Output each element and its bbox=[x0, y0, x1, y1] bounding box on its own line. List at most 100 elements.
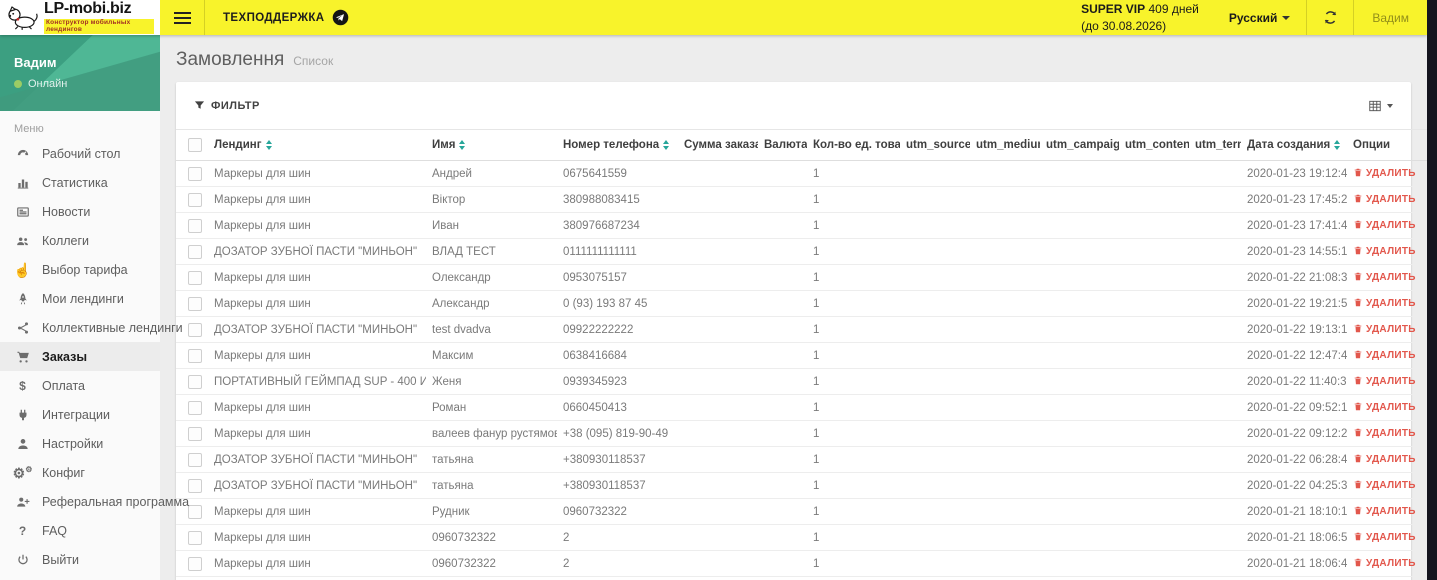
sidebar-item-referral[interactable]: Реферальная программа bbox=[0, 487, 189, 516]
delete-button[interactable]: УДАЛИТЬ bbox=[1353, 193, 1416, 207]
sort-icon[interactable] bbox=[459, 140, 466, 150]
cell-utm_term bbox=[1189, 550, 1241, 577]
column-header-name[interactable]: Имя bbox=[426, 129, 557, 161]
cell-utm_term bbox=[1189, 342, 1241, 369]
row-checkbox[interactable] bbox=[188, 270, 202, 285]
delete-button[interactable]: УДАЛИТЬ bbox=[1353, 375, 1416, 389]
users-icon bbox=[14, 234, 31, 248]
cell-sum bbox=[678, 264, 758, 291]
sort-icon[interactable] bbox=[663, 140, 670, 150]
table-row: ДОЗАТОР ЗУБНОЇ ПАСТИ "МИНЬОН" татьяна +380… bbox=[176, 446, 1431, 473]
sidebar-menu: Меню Рабочий стол Статистика Новости Кол… bbox=[0, 111, 189, 574]
dollar-icon: $ bbox=[19, 378, 26, 393]
trash-icon bbox=[1353, 375, 1363, 389]
sidebar-item-tariff[interactable]: ☝ Выбор тарифа bbox=[0, 255, 160, 284]
sidebar-item-logout[interactable]: Выйти bbox=[0, 545, 160, 574]
language-selector[interactable]: Русский bbox=[1213, 0, 1307, 35]
row-checkbox[interactable] bbox=[188, 374, 202, 389]
sort-icon[interactable] bbox=[1334, 140, 1341, 150]
cell-utm_content bbox=[1119, 264, 1189, 291]
row-checkbox[interactable] bbox=[188, 452, 202, 467]
sidebar-item-statistics[interactable]: Статистика bbox=[0, 168, 160, 197]
delete-button[interactable]: УДАЛИТЬ bbox=[1353, 323, 1416, 337]
topbar-username[interactable]: Вадим bbox=[1354, 0, 1427, 35]
row-checkbox[interactable] bbox=[188, 166, 202, 181]
select-all-checkbox[interactable] bbox=[188, 138, 202, 152]
sidebar-item-news[interactable]: Новости bbox=[0, 197, 160, 226]
cell-sum bbox=[678, 524, 758, 551]
trash-icon bbox=[1353, 167, 1363, 181]
columns-visibility-button[interactable] bbox=[1368, 99, 1393, 113]
cell-utm_medium bbox=[970, 368, 1040, 395]
brand-logo[interactable]: LP-mobi.biz Конструктор мобильных лендин… bbox=[0, 0, 160, 35]
table-row: Маркеры для шин Александр 0 (93) 193 87 45… bbox=[176, 290, 1431, 317]
column-header-landing[interactable]: Лендинг bbox=[208, 129, 426, 161]
delete-button[interactable]: УДАЛИТЬ bbox=[1353, 479, 1416, 493]
hamburger-menu-button[interactable] bbox=[160, 0, 204, 35]
cell-name: test dvadva bbox=[426, 316, 557, 343]
row-checkbox[interactable] bbox=[188, 530, 202, 545]
support-button[interactable]: ТЕХПОДДЕРЖКА bbox=[205, 0, 367, 35]
cell-currency bbox=[758, 576, 807, 580]
table-row: Маркеры для шин Роман 0660450413 1 2020-01-2… bbox=[176, 394, 1431, 421]
question-icon: ? bbox=[18, 523, 27, 538]
cell-utm_term bbox=[1189, 576, 1241, 580]
column-label: Дата создания bbox=[1247, 139, 1331, 151]
user-plus-icon bbox=[14, 495, 31, 509]
delete-button[interactable]: УДАЛИТЬ bbox=[1353, 505, 1416, 519]
column-header-phone[interactable]: Номер телефона bbox=[557, 129, 678, 161]
profile-panel: Вадим Онлайн bbox=[0, 35, 160, 111]
delete-button[interactable]: УДАЛИТЬ bbox=[1353, 271, 1416, 285]
sidebar-item-collective-landings[interactable]: Коллективные лендинги bbox=[0, 313, 183, 342]
sidebar-item-my-landings[interactable]: Мои лендинги bbox=[0, 284, 160, 313]
sidebar-item-settings[interactable]: Настройки bbox=[0, 429, 160, 458]
sidebar-item-payment[interactable]: $ Оплата bbox=[0, 371, 160, 400]
delete-button[interactable]: УДАЛИТЬ bbox=[1353, 219, 1416, 233]
table-row: ДОЗАТОР ЗУБНОЇ ПАСТИ "МИНЬОН" test dvadva… bbox=[176, 316, 1431, 343]
column-header-created[interactable]: Дата создания bbox=[1241, 129, 1347, 161]
vertical-scrollbar[interactable] bbox=[1427, 0, 1437, 580]
cell-utm_content bbox=[1119, 212, 1189, 239]
row-checkbox[interactable] bbox=[188, 504, 202, 519]
sidebar-item-colleagues[interactable]: Коллеги bbox=[0, 226, 160, 255]
row-checkbox[interactable] bbox=[188, 556, 202, 571]
delete-button[interactable]: УДАЛИТЬ bbox=[1353, 427, 1416, 441]
sort-icon[interactable] bbox=[265, 140, 272, 150]
row-checkbox[interactable] bbox=[188, 218, 202, 233]
row-checkbox[interactable] bbox=[188, 322, 202, 337]
cell-utm_source bbox=[900, 550, 970, 577]
delete-button[interactable]: УДАЛИТЬ bbox=[1353, 531, 1416, 545]
orders-card: ФИЛЬТР Лендинг Имя Номер телефона Сумма зак… bbox=[176, 82, 1431, 580]
sidebar-item-config[interactable]: ⚙⚙ Конфиг bbox=[0, 458, 160, 487]
cell-utm_content bbox=[1119, 498, 1189, 525]
cell-utm_source bbox=[900, 498, 970, 525]
column-header-sum: Сумма заказа bbox=[678, 129, 758, 161]
row-checkbox[interactable] bbox=[188, 400, 202, 415]
delete-button[interactable]: УДАЛИТЬ bbox=[1353, 245, 1416, 259]
sidebar-item-orders[interactable]: Заказы bbox=[0, 342, 160, 371]
delete-button[interactable]: УДАЛИТЬ bbox=[1353, 557, 1416, 571]
cell-currency bbox=[758, 524, 807, 551]
sidebar-item-dashboard[interactable]: Рабочий стол bbox=[0, 139, 160, 168]
delete-button[interactable]: УДАЛИТЬ bbox=[1353, 401, 1416, 415]
sidebar-item-integrations[interactable]: Интеграции bbox=[0, 400, 160, 429]
cell-currency bbox=[758, 342, 807, 369]
sidebar-item-faq[interactable]: ? FAQ bbox=[0, 516, 160, 545]
row-checkbox[interactable] bbox=[188, 426, 202, 441]
cell-currency bbox=[758, 394, 807, 421]
cell-sum bbox=[678, 472, 758, 499]
cell-phone: 380988083415 bbox=[557, 186, 678, 213]
delete-button[interactable]: УДАЛИТЬ bbox=[1353, 349, 1416, 363]
row-checkbox[interactable] bbox=[188, 244, 202, 259]
row-checkbox[interactable] bbox=[188, 478, 202, 493]
delete-button[interactable]: УДАЛИТЬ bbox=[1353, 297, 1416, 311]
cell-phone: 2 bbox=[557, 524, 678, 551]
row-checkbox[interactable] bbox=[188, 192, 202, 207]
cell-landing: Маркеры для шин bbox=[208, 160, 426, 187]
row-checkbox[interactable] bbox=[188, 296, 202, 311]
row-checkbox[interactable] bbox=[188, 348, 202, 363]
delete-button[interactable]: УДАЛИТЬ bbox=[1353, 167, 1416, 181]
refresh-button[interactable] bbox=[1307, 0, 1353, 35]
filter-button[interactable]: ФИЛЬТР bbox=[194, 100, 260, 112]
delete-button[interactable]: УДАЛИТЬ bbox=[1353, 453, 1416, 467]
